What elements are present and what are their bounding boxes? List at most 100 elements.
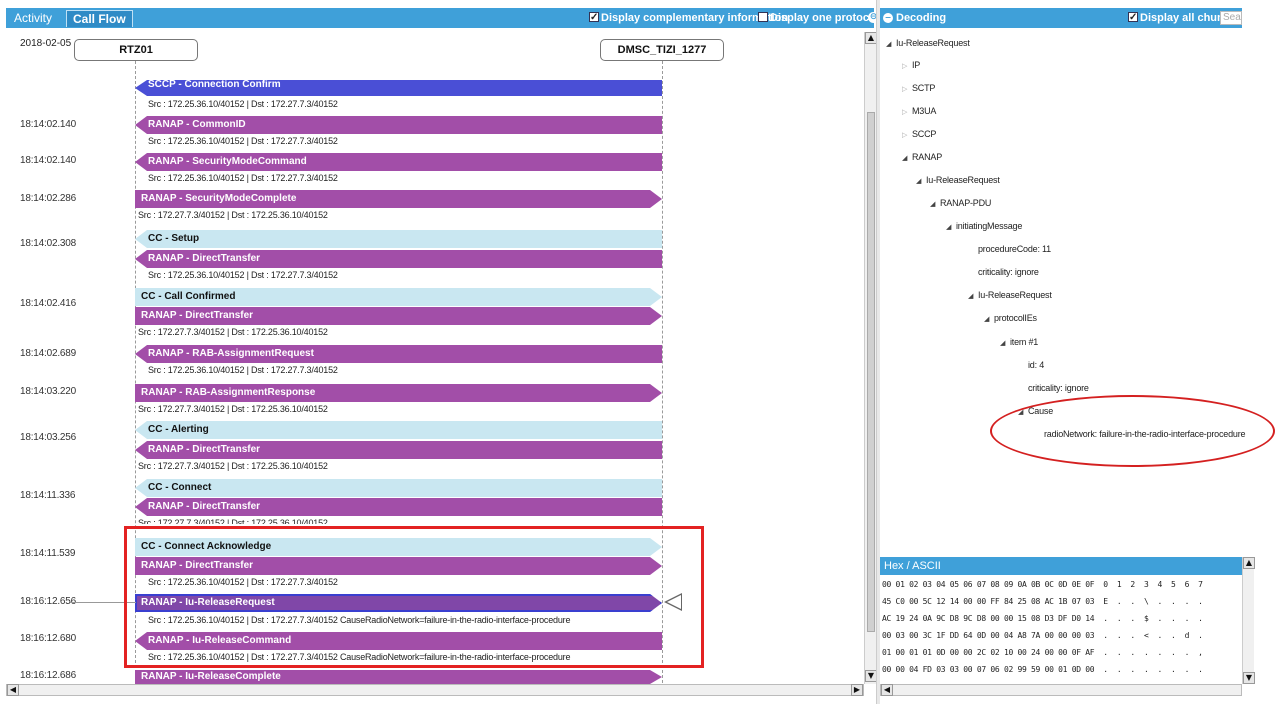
timestamp: 18:16:12.656 [20,596,76,607]
expanded-icon: ◢ [916,178,922,185]
vertical-scrollbar[interactable]: ▲ ▼ [864,32,877,684]
message-arrow[interactable]: RANAP - DirectTransfer [135,307,662,325]
src-dst-line: Src : 172.25.36.10/40152 | Dst : 172.27.… [148,270,338,280]
timestamp: 18:14:11.539 [20,548,76,559]
timestamp: 18:14:02.140 [20,119,76,130]
timestamp: 18:16:12.686 [20,670,76,681]
hex-row: 00 01 02 03 04 05 06 07 08 09 0A 0B 0C 0… [882,580,1203,589]
tree-node[interactable]: ◢ Iu-ReleaseRequest [886,38,970,48]
timestamp: 18:16:12.680 [20,633,76,644]
decoding-header: − Decoding Display all chunks Sear [880,8,1242,28]
timestamp: 18:14:03.220 [20,386,76,397]
decoding-title: Decoding [896,12,947,24]
expanded-icon: ◢ [946,224,952,231]
tree-node[interactable]: ◢ protocolIEs [984,313,1037,323]
tree-leaf[interactable]: criticality: ignore [1028,383,1089,393]
horizontal-scrollbar[interactable]: ◀ ▶ [6,684,864,696]
tab-call-flow[interactable]: Call Flow [66,10,133,27]
message-arrow[interactable]: CC - Setup [135,230,662,248]
highlight-ellipse [990,395,1275,467]
expanded-icon: ◢ [886,41,892,48]
hex-ascii-header: Hex / ASCII [880,557,1242,575]
tab-activity[interactable]: Activity [8,10,58,27]
node-right[interactable]: DMSC_TIZI_1277 [600,39,724,61]
expanded-icon: ◢ [984,316,990,323]
tree-node[interactable]: ◢ RANAP-PDU [930,198,991,208]
hex-row: 00 03 00 3C 1F DD 64 0D 00 04 A8 7A 00 0… [882,631,1203,640]
tree-node[interactable]: ▷ IP [902,60,920,70]
tree-node[interactable]: ◢ initiatingMessage [946,221,1022,231]
message-arrow[interactable]: CC - Alerting [135,421,662,439]
message-arrow[interactable]: RANAP - DirectTransfer [135,250,662,268]
timestamp: 18:14:11.336 [20,490,76,501]
checkbox-icon[interactable] [1128,10,1138,26]
tree-node[interactable]: ◢ Iu-ReleaseRequest [916,175,1000,185]
scroll-thumb[interactable] [867,112,875,632]
call-flow-pane: Activity Call Flow Display complementary… [0,0,880,704]
src-dst-line: Src : 172.27.7.3/40152 | Dst : 172.25.36… [138,210,328,220]
message-arrow[interactable]: CC - Call Confirmed [135,288,662,306]
timestamp: 18:14:02.416 [20,298,76,309]
display-one-protocol-label: Display one protocol [770,12,879,24]
tree-node[interactable]: ◢ Iu-ReleaseRequest [968,290,1052,300]
app-window: Activity Call Flow Display complementary… [0,0,1278,704]
message-arrow[interactable]: RANAP - RAB-AssignmentRequest [135,345,662,363]
src-dst-line: Src : 172.25.36.10/40152 | Dst : 172.27.… [148,99,338,109]
message-arrow[interactable]: RANAP - DirectTransfer [135,498,662,516]
node-left[interactable]: RTZ01 [74,39,198,61]
message-arrow[interactable]: RANAP - CommonID [135,116,662,134]
scroll-up-icon[interactable]: ▲ [1243,557,1255,569]
timestamp: 18:14:02.308 [20,238,76,249]
hex-horizontal-scrollbar[interactable]: ◀ [880,684,1242,696]
expanded-icon: ◢ [1000,340,1006,347]
scroll-left-icon[interactable]: ◀ [7,684,19,696]
scroll-down-icon[interactable]: ▼ [1243,672,1255,684]
call-flow-header: Activity Call Flow Display complementary… [6,8,879,28]
message-arrow[interactable]: RANAP - SecurityModeCommand [135,153,662,171]
hex-row: 00 00 04 FD 03 03 00 07 06 02 99 59 00 0… [882,665,1203,674]
tree-node[interactable]: ▷ SCCP [902,129,936,139]
collapsed-icon: ▷ [902,109,908,116]
expanded-icon: ◢ [968,293,974,300]
hex-row: 45 C0 00 5C 12 14 00 00 FF 84 25 08 AC 1… [882,597,1203,606]
src-dst-line: Src : 172.27.7.3/40152 | Dst : 172.25.36… [138,404,328,414]
message-arrow[interactable]: RANAP - Iu-ReleaseComplete [135,670,662,684]
display-one-protocol-toggle[interactable]: Display one protocol [758,10,879,26]
checkbox-icon[interactable] [758,12,768,22]
highlight-box [124,526,704,668]
timestamp: 18:14:02.286 [20,193,76,204]
tree-node[interactable]: ◢ RANAP [902,152,942,162]
timestamp: 18:14:03.256 [20,432,76,443]
tree-node[interactable]: ◢ item #1 [1000,337,1038,347]
collapsed-icon: ▷ [902,63,908,70]
hex-vertical-scrollbar[interactable]: ▲ ▼ [1242,557,1255,684]
src-dst-line: Src : 172.27.7.3/40152 | Dst : 172.25.36… [138,461,328,471]
decoding-pane: − Decoding Display all chunks Sear ◢Iu-R… [880,0,1278,704]
tree-node[interactable]: ▷ M3UA [902,106,936,116]
tree-node[interactable]: ▷ SCTP [902,83,935,93]
timestamp: 18:14:02.140 [20,155,76,166]
scroll-right-icon[interactable]: ▶ [851,684,863,696]
scroll-left-icon[interactable]: ◀ [881,684,893,696]
search-input[interactable]: Sear [1220,11,1242,25]
src-dst-line: Src : 172.25.36.10/40152 | Dst : 172.27.… [148,136,338,146]
message-arrow[interactable]: RANAP - DirectTransfer [135,441,662,459]
expanded-icon: ◢ [902,155,908,162]
checkbox-icon[interactable] [589,10,599,26]
collapsed-icon: ▷ [902,132,908,139]
message-arrow[interactable]: RANAP - SecurityModeComplete [135,190,662,208]
tree-leaf[interactable]: criticality: ignore [978,267,1039,277]
expanded-icon: ◢ [930,201,936,208]
message-arrow[interactable]: RANAP - RAB-AssignmentResponse [135,384,662,402]
hex-row: AC 19 24 0A 9C D8 9C D8 00 00 15 08 D3 D… [882,614,1203,623]
src-dst-line: Src : 172.25.36.10/40152 | Dst : 172.27.… [148,365,338,375]
src-dst-line: Src : 172.25.36.10/40152 | Dst : 172.27.… [148,173,338,183]
hex-row: 01 00 01 01 0D 00 00 2C 02 10 00 24 00 0… [882,648,1203,657]
message-arrow[interactable]: CC - Connect [135,479,662,497]
tree-leaf[interactable]: procedureCode: 11 [978,244,1051,254]
tree-leaf[interactable]: id: 4 [1028,360,1044,370]
date-label: 2018-02-05 [20,38,72,49]
src-dst-line: Src : 172.27.7.3/40152 | Dst : 172.25.36… [138,327,328,337]
collapse-icon[interactable]: − [883,13,893,23]
message-arrow[interactable]: SCCP - Connection Confirm [135,80,662,96]
